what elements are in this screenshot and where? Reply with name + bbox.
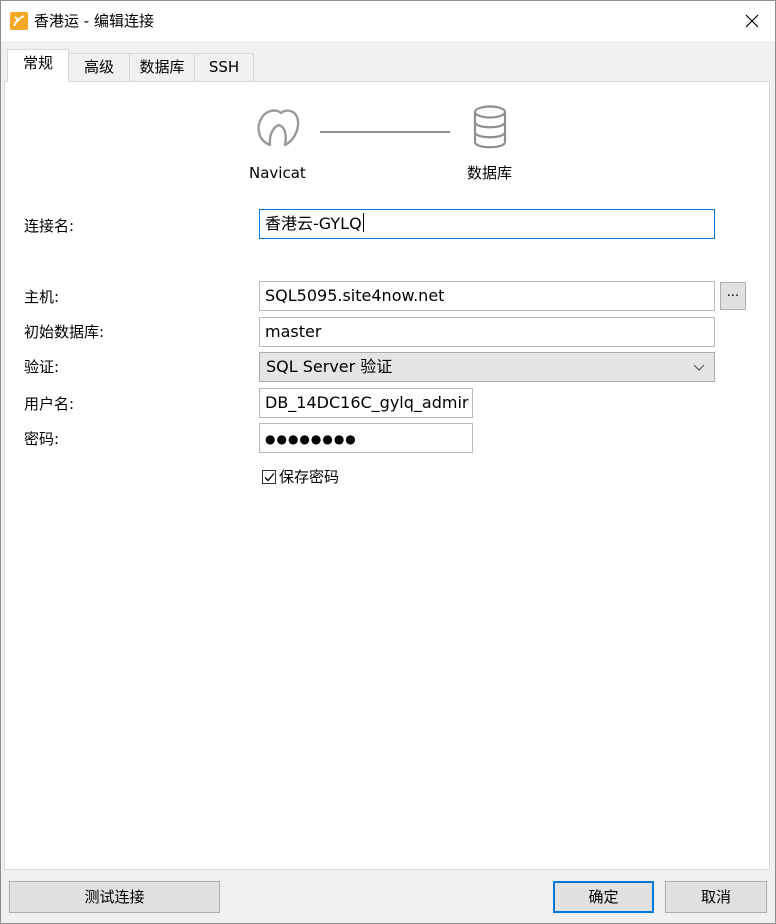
cancel-button[interactable]: 取消	[665, 881, 767, 913]
tab-ssh[interactable]: SSH	[194, 53, 254, 81]
password-value: ●●●●●●●●	[265, 432, 357, 446]
tab-strip: 常规 高级 数据库 SSH	[1, 41, 775, 82]
host-field[interactable]: SQL5095.site4now.net	[259, 281, 715, 311]
edit-connection-dialog: 香港运 - 编辑连接 常规 高级 数据库 SSH Navicat 数据库 连接名…	[0, 0, 776, 924]
tab-general[interactable]: 常规	[7, 49, 69, 82]
tab-advanced[interactable]: 高级	[68, 53, 130, 81]
auth-value: SQL Server 验证	[266, 357, 393, 376]
navicat-app-icon	[10, 12, 28, 30]
navicat-logo-icon	[257, 109, 300, 147]
close-icon	[745, 14, 759, 28]
username-field[interactable]: DB_14DC16C_gylq_admir	[259, 388, 473, 418]
scroll-edge	[772, 81, 775, 681]
save-password-label: 保存密码	[279, 468, 340, 486]
initial-db-value: master	[265, 322, 322, 341]
check-icon	[264, 473, 275, 482]
text-caret	[362, 213, 364, 232]
close-button[interactable]	[729, 1, 775, 41]
tab-database[interactable]: 数据库	[129, 53, 195, 81]
navicat-label: Navicat	[249, 164, 306, 182]
general-tab-panel	[4, 81, 770, 870]
initial-db-label: 初始数据库:	[24, 323, 105, 341]
database-icon	[473, 105, 507, 149]
auth-label: 验证:	[24, 358, 60, 376]
window-title: 香港运 - 编辑连接	[34, 12, 154, 30]
ok-button[interactable]: 确定	[553, 881, 654, 913]
connection-name-value: 香港云-GYLQ	[265, 214, 362, 233]
connection-name-label: 连接名:	[24, 217, 75, 235]
initial-db-field[interactable]: master	[259, 317, 715, 347]
username-label: 用户名:	[24, 395, 75, 413]
host-value: SQL5095.site4now.net	[265, 286, 445, 305]
password-field[interactable]: ●●●●●●●●	[259, 423, 473, 453]
test-connection-button[interactable]: 测试连接	[9, 881, 220, 913]
connection-line	[320, 131, 450, 133]
chevron-down-icon	[693, 364, 705, 371]
host-label: 主机:	[24, 288, 60, 306]
auth-select[interactable]: SQL Server 验证	[259, 352, 715, 382]
database-label: 数据库	[467, 164, 513, 182]
title-bar: 香港运 - 编辑连接	[1, 1, 775, 41]
browse-host-button[interactable]: ...	[720, 282, 746, 310]
save-password-checkbox[interactable]	[262, 470, 276, 484]
connection-name-field[interactable]: 香港云-GYLQ	[259, 209, 715, 239]
password-label: 密码:	[24, 430, 60, 448]
username-value: DB_14DC16C_gylq_admir	[265, 393, 469, 412]
